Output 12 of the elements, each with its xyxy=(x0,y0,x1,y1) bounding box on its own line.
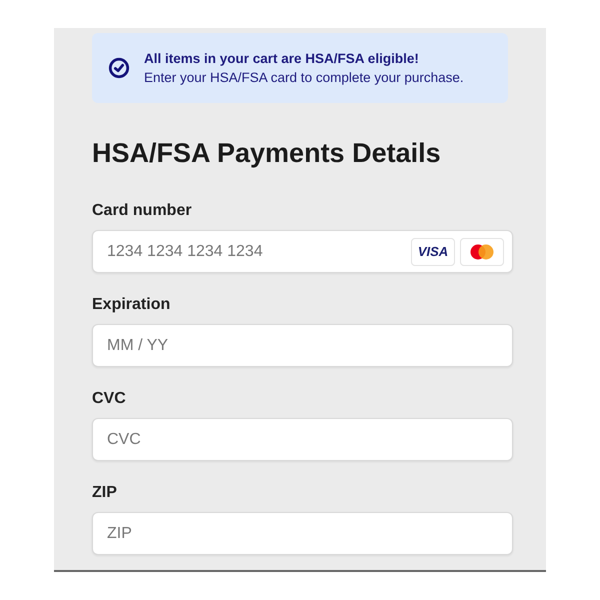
card-brand-logo: VISA xyxy=(411,238,455,266)
field-label: Expiration xyxy=(92,295,172,315)
card-brand-icon xyxy=(460,238,504,266)
field-frame[interactable]: 1234 1234 1234 1234 VISA xyxy=(92,230,513,273)
banner-text: Enter your HSA/FSA card to complete your purchase. xyxy=(144,69,464,87)
field-label: Card number xyxy=(92,201,193,221)
field-label: ZIP xyxy=(92,483,118,503)
field-label: CVC xyxy=(92,389,127,409)
page-heading: HSA/FSA Payments Details xyxy=(92,137,442,170)
input-field[interactable]: 1234 1234 1234 1234 xyxy=(93,231,411,272)
banner-title: All items in your cart are HSA/FSA eligible! xyxy=(144,50,420,68)
check-circle-icon xyxy=(108,57,130,79)
